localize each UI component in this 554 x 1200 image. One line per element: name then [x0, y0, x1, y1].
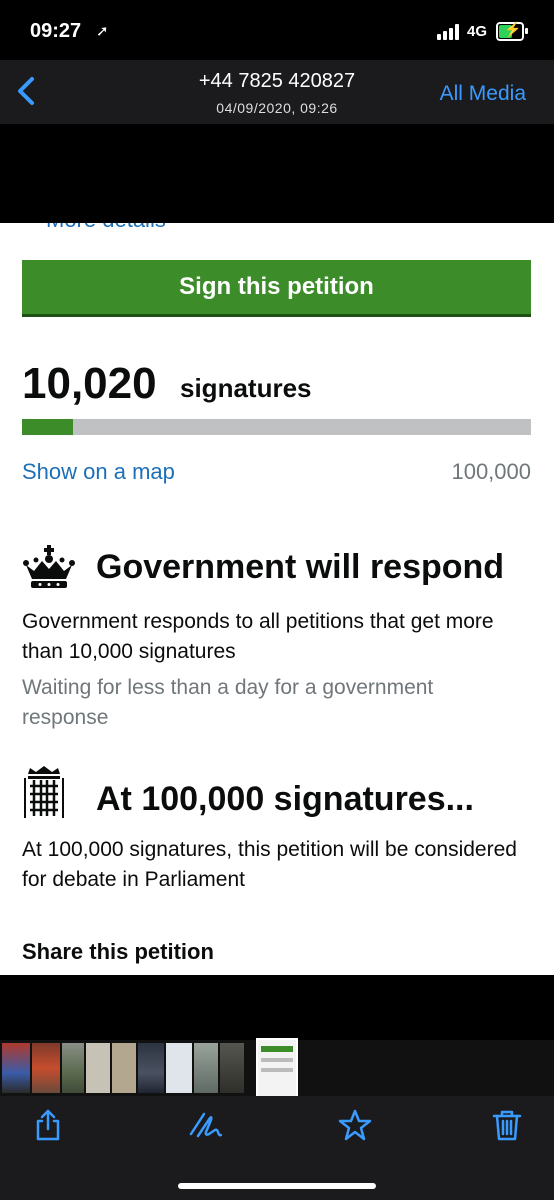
share-petition-heading: Share this petition — [22, 939, 214, 964]
thumbnail[interactable] — [166, 1043, 192, 1093]
crown-icon — [23, 545, 75, 588]
network-type: 4G — [467, 23, 488, 40]
location-arrow-icon: ➚ — [96, 23, 109, 40]
thumbnail[interactable] — [112, 1043, 136, 1093]
debate-threshold-heading: At 100,000 signatures... — [96, 780, 474, 818]
signature-progress-bar — [22, 419, 531, 435]
government-response-text: Government responds to all petitions tha… — [22, 610, 494, 663]
thumbnail[interactable] — [86, 1043, 110, 1093]
home-indicator — [178, 1183, 376, 1189]
portcullis-icon — [24, 766, 64, 818]
status-time: 09:27 — [30, 20, 82, 42]
thumbnail-selected[interactable] — [256, 1038, 298, 1098]
show-on-map-link: Show on a map — [22, 459, 175, 484]
thumbnail[interactable] — [32, 1043, 60, 1093]
media-thumbnail-strip[interactable] — [0, 1038, 554, 1098]
signature-label: signatures — [180, 373, 312, 403]
share-icon[interactable] — [31, 1108, 65, 1142]
sign-petition-button: Sign this petition — [22, 260, 531, 314]
thumbnail[interactable] — [2, 1043, 30, 1093]
petition-image: More details Sign this petition 10,020 s… — [0, 223, 554, 975]
thumbnail[interactable] — [220, 1043, 244, 1093]
government-response-status: Waiting for less than a day for a govern… — [22, 676, 434, 729]
more-details-link: More details — [46, 223, 166, 233]
markup-icon[interactable] — [188, 1108, 222, 1142]
status-bar: 09:27 ➚ 4G ⚡ — [0, 0, 554, 60]
government-response-heading: Government will respond — [96, 548, 505, 586]
thumbnail[interactable] — [62, 1043, 84, 1093]
thumbnail[interactable] — [194, 1043, 218, 1093]
trash-icon[interactable] — [490, 1108, 524, 1142]
signal-bars-icon — [437, 24, 463, 40]
signature-threshold: 100,000 — [451, 459, 531, 484]
debate-threshold-text: At 100,000 signatures, this petition wil… — [22, 838, 517, 891]
all-media-button[interactable]: All Media — [440, 82, 526, 106]
signature-count: 10,020 — [22, 359, 157, 408]
battery-charging-icon: ⚡ — [496, 21, 528, 41]
star-icon[interactable] — [338, 1108, 372, 1142]
thumbnail[interactable] — [138, 1043, 164, 1093]
navigation-header: +44 7825 420827 04/09/2020, 09:26 All Me… — [0, 60, 554, 124]
